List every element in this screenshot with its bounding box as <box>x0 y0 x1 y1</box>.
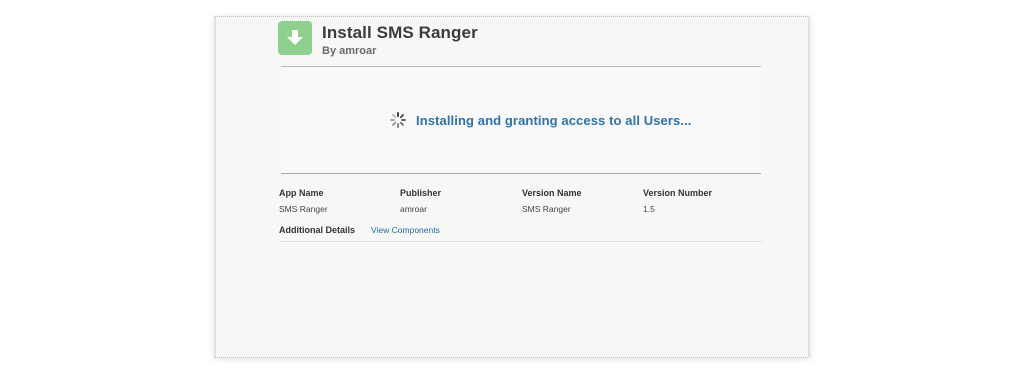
version-number-label: Version Number <box>643 188 713 198</box>
details-divider <box>279 241 763 242</box>
app-name-column: App Name SMS Ranger <box>279 187 328 215</box>
additional-details: Additional Details View Components <box>279 225 440 235</box>
install-header: Install SMS Ranger By amroar <box>278 21 478 58</box>
version-name-value: SMS Ranger <box>522 204 571 214</box>
loading-spinner-icon <box>390 112 406 128</box>
progress-panel: Installing and granting access to all Us… <box>281 67 761 173</box>
status-text: Installing and granting access to all Us… <box>416 112 692 128</box>
download-arrow-icon <box>278 21 312 55</box>
version-number-value: 1.5 <box>643 204 655 214</box>
version-number-column: Version Number 1.5 <box>643 187 712 215</box>
app-name-value: SMS Ranger <box>279 204 328 214</box>
publisher-value: amroar <box>400 204 427 214</box>
view-components-link[interactable]: View Components <box>371 225 440 235</box>
publisher-column: Publisher amroar <box>400 187 441 215</box>
page-title: Install SMS Ranger <box>322 23 478 42</box>
progress-divider <box>281 173 761 174</box>
publisher-byline: By amroar <box>322 45 377 57</box>
additional-details-label: Additional Details <box>279 225 356 235</box>
install-window: Install SMS Ranger By amroar Installing … <box>214 16 810 358</box>
version-name-label: Version Name <box>522 188 582 198</box>
version-name-column: Version Name SMS Ranger <box>522 187 582 215</box>
app-name-label: App Name <box>279 188 324 198</box>
publisher-label: Publisher <box>400 188 442 198</box>
install-status: Installing and granting access to all Us… <box>389 111 692 129</box>
